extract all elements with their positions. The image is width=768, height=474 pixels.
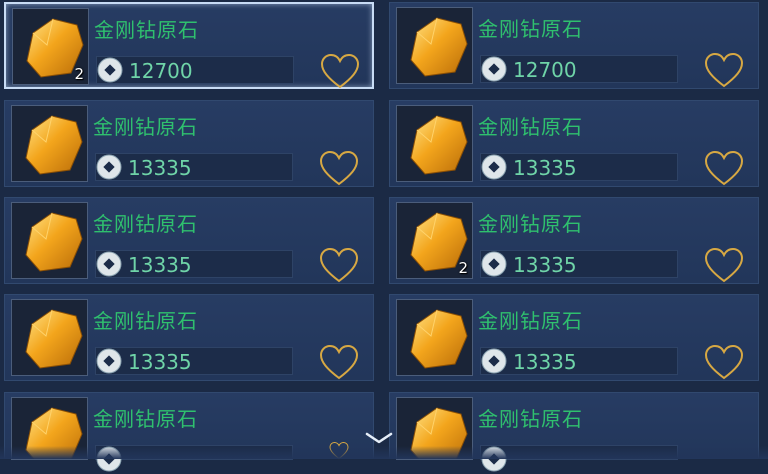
item-price-bar: 13335 xyxy=(95,153,293,181)
item-thumbnail xyxy=(396,105,473,182)
item-price-bar: 13335 xyxy=(480,347,678,375)
gold-ore-icon xyxy=(410,309,468,369)
item-name: 金刚钻原石 xyxy=(93,407,198,431)
silver-coin-icon xyxy=(97,57,123,83)
market-item-grid: 2 金刚钻原石 12700 金刚钻原石 12700 金刚钻原石 13335 金刚… xyxy=(0,0,768,472)
gold-ore-icon xyxy=(410,115,468,175)
item-card[interactable]: 2 金刚钻原石 12700 xyxy=(4,2,374,89)
item-card[interactable]: 金刚钻原石 13335 xyxy=(4,294,374,381)
heart-outline-icon[interactable] xyxy=(702,246,746,284)
item-thumbnail xyxy=(11,299,88,376)
silver-coin-icon xyxy=(96,251,122,277)
chevron-down-icon[interactable] xyxy=(363,428,395,448)
item-price-bar: 13335 xyxy=(480,250,678,278)
silver-coin-icon xyxy=(96,154,122,180)
silver-coin-icon xyxy=(481,56,507,82)
item-price-bar: 12700 xyxy=(480,55,678,83)
item-thumbnail xyxy=(11,202,88,279)
item-name: 金刚钻原石 xyxy=(478,17,583,41)
item-price: 13335 xyxy=(513,253,577,277)
item-price: 12700 xyxy=(513,58,577,82)
item-price-bar: 12700 xyxy=(96,56,294,84)
item-card[interactable]: 金刚钻原石 12700 xyxy=(389,2,759,89)
item-name: 金刚钻原石 xyxy=(478,115,583,139)
heart-outline-icon[interactable] xyxy=(702,51,746,89)
item-card[interactable]: 金刚钻原石 13335 xyxy=(389,100,759,187)
item-price: 13335 xyxy=(513,350,577,374)
item-name: 金刚钻原石 xyxy=(94,18,199,42)
heart-outline-icon[interactable] xyxy=(317,343,361,381)
item-thumbnail xyxy=(11,105,88,182)
item-card[interactable]: 金刚钻原石 13335 xyxy=(389,294,759,381)
item-quantity: 2 xyxy=(458,259,468,277)
heart-outline-icon[interactable] xyxy=(702,343,746,381)
gold-ore-icon xyxy=(25,115,83,175)
silver-coin-icon xyxy=(481,348,507,374)
item-price-bar: 13335 xyxy=(95,250,293,278)
item-price: 12700 xyxy=(129,59,193,83)
item-price-bar: 13335 xyxy=(480,153,678,181)
item-name: 金刚钻原石 xyxy=(93,309,198,333)
item-thumbnail xyxy=(396,299,473,376)
gold-ore-icon xyxy=(25,309,83,369)
silver-coin-icon xyxy=(96,348,122,374)
item-price: 13335 xyxy=(128,350,192,374)
item-thumbnail: 2 xyxy=(396,202,473,279)
item-name: 金刚钻原石 xyxy=(478,407,583,431)
heart-outline-icon[interactable] xyxy=(702,149,746,187)
item-price: 13335 xyxy=(128,253,192,277)
item-thumbnail xyxy=(396,7,473,84)
item-name: 金刚钻原石 xyxy=(478,309,583,333)
item-name: 金刚钻原石 xyxy=(478,212,583,236)
heart-outline-icon[interactable] xyxy=(317,149,361,187)
heart-outline-icon[interactable] xyxy=(318,52,362,90)
gold-ore-icon xyxy=(410,17,468,77)
silver-coin-icon xyxy=(481,154,507,180)
item-card[interactable]: 金刚钻原石 13335 xyxy=(4,197,374,284)
item-thumbnail: 2 xyxy=(12,8,89,85)
item-quantity: 2 xyxy=(74,65,84,83)
silver-coin-icon xyxy=(481,251,507,277)
gold-ore-icon xyxy=(25,212,83,272)
item-name: 金刚钻原石 xyxy=(93,212,198,236)
item-name: 金刚钻原石 xyxy=(93,115,198,139)
item-price: 13335 xyxy=(128,156,192,180)
item-price-bar: 13335 xyxy=(95,347,293,375)
item-card[interactable]: 金刚钻原石 13335 xyxy=(4,100,374,187)
item-card[interactable]: 2 金刚钻原石 13335 xyxy=(389,197,759,284)
item-price: 13335 xyxy=(513,156,577,180)
heart-outline-icon[interactable] xyxy=(317,246,361,284)
bottom-fade xyxy=(0,446,768,459)
